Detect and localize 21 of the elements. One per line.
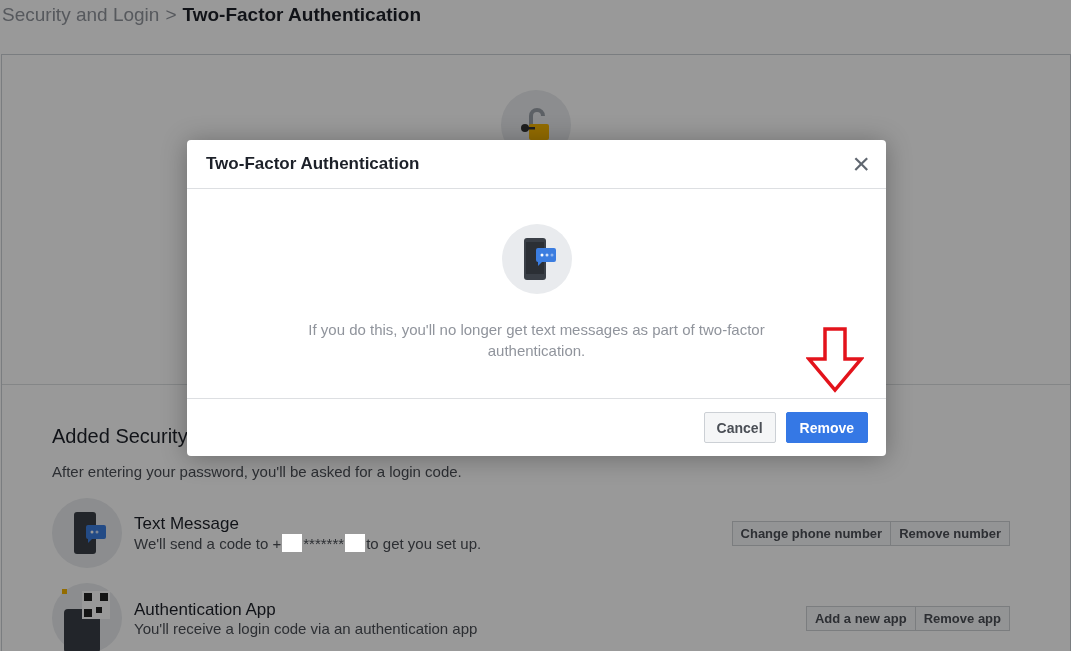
method-description: You'll receive a login code via an authentication app xyxy=(134,619,479,637)
breadcrumb-separator: > xyxy=(165,4,177,26)
breadcrumb-link[interactable]: Security and Login xyxy=(2,4,160,26)
method-button[interactable]: Change phone number xyxy=(731,520,892,546)
method-name: Text Message xyxy=(134,514,240,534)
cancel-button[interactable]: Cancel xyxy=(703,412,776,443)
page-title: Two-Factor Authentication xyxy=(182,4,422,26)
method-button[interactable]: Remove number xyxy=(891,520,1010,546)
method-name: Authentication App xyxy=(134,599,277,620)
method-button[interactable]: Remove app xyxy=(915,605,1010,631)
section-title: Added Security xyxy=(52,425,188,448)
method-button[interactable]: Add a new app xyxy=(805,605,916,631)
dialog-message: If you do this, you'll no longer get text messages as part of two-factor authentication. xyxy=(307,320,766,361)
remove-button[interactable]: Remove xyxy=(785,412,868,443)
phone-message-icon xyxy=(52,498,122,568)
annotation-arrow xyxy=(806,327,864,393)
section-subtitle: After entering your password, you'll be asked for a login code. xyxy=(52,463,463,480)
phone-message-icon xyxy=(501,224,572,294)
method-description: We'll send a code to + ******* to get you set up. xyxy=(134,534,483,552)
dialog-title: Two-Factor Authentication xyxy=(206,154,420,174)
close-button[interactable]: × xyxy=(848,149,874,179)
